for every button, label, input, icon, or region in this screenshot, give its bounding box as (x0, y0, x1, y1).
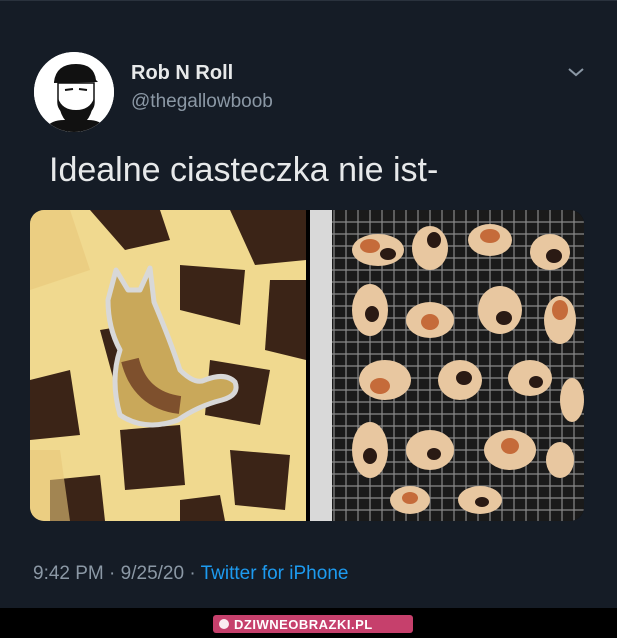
author-handle[interactable]: @thegallowboob (131, 91, 273, 113)
tweet-metadata: 9:42 PM · 9/25/20 · Twitter for iPhone (33, 563, 348, 585)
watermark-logo-icon (219, 619, 229, 629)
chevron-down-icon[interactable] (566, 65, 586, 79)
watermark-badge: DZIWNEOBRAZKI.PL (213, 615, 413, 633)
author-avatar[interactable] (34, 52, 114, 132)
tweet-card: Rob N Roll @thegallowboob Idealne ciaste… (0, 0, 617, 608)
meta-separator: · (109, 563, 116, 584)
tweet-time[interactable]: 9:42 PM (33, 563, 104, 584)
meta-separator: · (189, 563, 196, 584)
tweet-text: Idealne ciasteczka nie ist- (49, 151, 439, 189)
watermark-bar: DZIWNEOBRAZKI.PL (0, 608, 617, 638)
bearded-man-avatar-icon (34, 52, 114, 132)
tweet-media[interactable] (30, 210, 584, 521)
media-photo-cat-cookies[interactable] (310, 210, 584, 521)
media-photo-cookie-dough[interactable] (30, 210, 306, 521)
tweet-date[interactable]: 9/25/20 (121, 563, 184, 584)
author-name[interactable]: Rob N Roll (131, 62, 233, 85)
watermark-text: DZIWNEOBRAZKI.PL (234, 616, 373, 632)
tweet-source-link[interactable]: Twitter for iPhone (201, 563, 349, 584)
